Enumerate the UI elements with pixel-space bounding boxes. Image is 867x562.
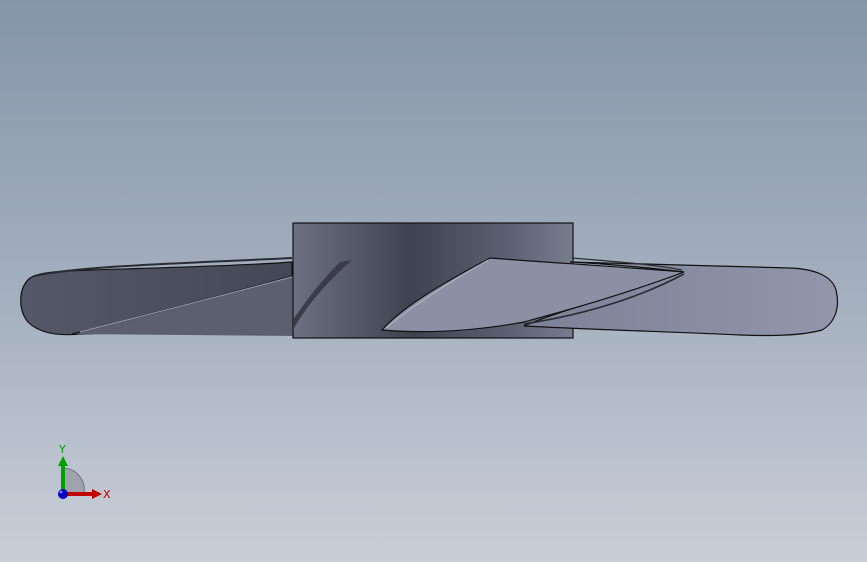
propeller-model[interactable] <box>0 0 867 562</box>
triad-arc <box>62 467 85 495</box>
graphics-viewport[interactable]: Y X <box>0 0 867 562</box>
x-axis-label: X <box>103 488 111 501</box>
y-axis-label: Y <box>58 443 66 456</box>
view-triad: Y X <box>58 443 111 501</box>
z-axis-origin <box>58 489 68 499</box>
